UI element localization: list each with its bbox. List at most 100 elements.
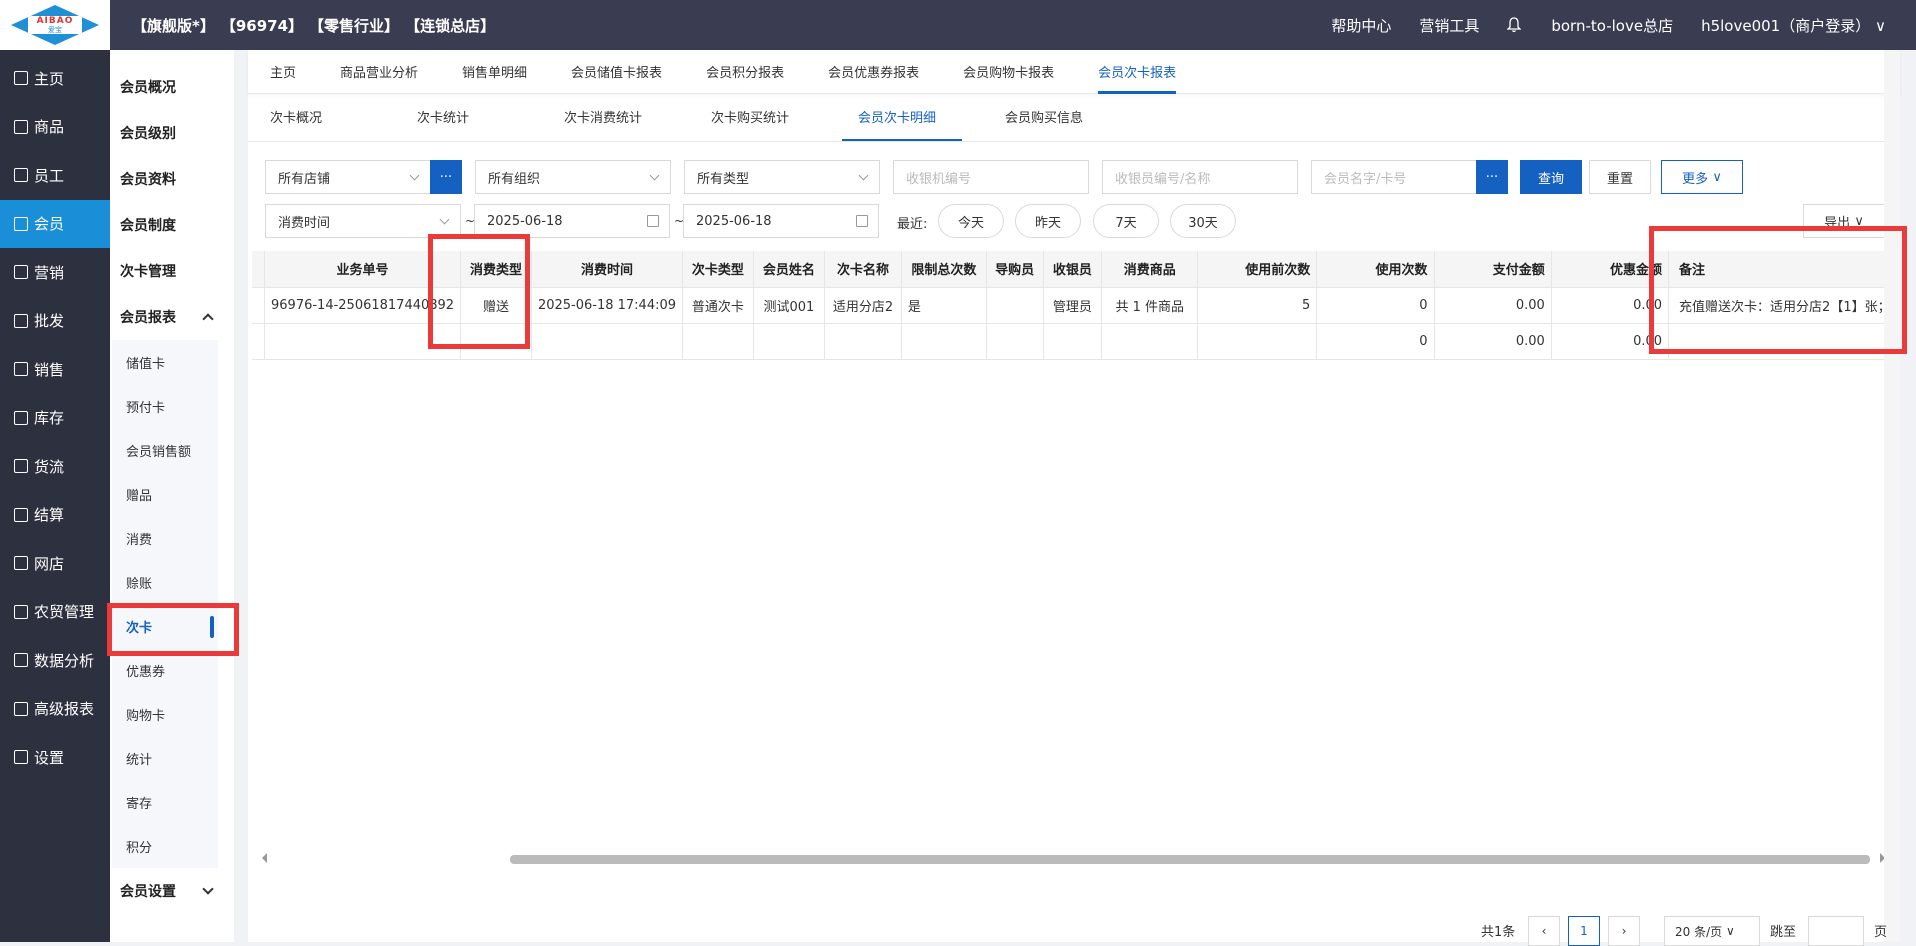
th-paid-amount[interactable]: 支付金额 [1434,251,1552,288]
today-button[interactable]: 今天 [938,204,1004,238]
report-deposit[interactable]: 寄存 [112,780,218,824]
user-menu[interactable]: h5love001（商户登录） ∨ [1701,15,1886,36]
th-cashier[interactable]: 收银员 [1043,251,1103,288]
subtab-statistics[interactable]: 次卡统计 [417,107,564,141]
nav-item-farm[interactable]: 农贸管理 [0,588,110,637]
report-points[interactable]: 积分 [112,824,218,868]
reset-button[interactable]: 重置 [1589,160,1651,194]
report-credit[interactable]: 赊账 [112,560,218,604]
total-cell [1043,323,1103,360]
cell-goods[interactable]: 共 1 件商品 [1101,287,1199,324]
report-prepaid[interactable]: 预付卡 [112,384,218,428]
tab-goods-analysis[interactable]: 商品营业分析 [318,50,440,94]
sub-item-rules[interactable]: 会员制度 [110,202,234,248]
tab-home[interactable]: 主页 [270,50,318,94]
last-7-days-button[interactable]: 7天 [1093,204,1159,238]
time-type-select[interactable]: 消费时间 [265,204,461,238]
nav-item-sales[interactable]: 销售 [0,345,110,394]
calendar-icon [856,215,868,227]
nav-item-settle[interactable]: 结算 [0,491,110,540]
cell-member-name: 测试001 [753,287,826,324]
nav-item-marketing[interactable]: 营销 [0,248,110,297]
store-more-button[interactable]: ··· [430,160,462,194]
sub-item-overview[interactable]: 会员概况 [110,64,234,110]
th-times-before[interactable]: 使用前次数 [1197,251,1318,288]
member-more-button[interactable]: ··· [1476,160,1508,194]
nav-item-wholesale[interactable]: 批发 [0,297,110,346]
report-member-sales[interactable]: 会员销售额 [112,428,218,472]
nav-item-member[interactable]: 会员 [0,199,110,248]
th-goods[interactable]: 消费商品 [1101,251,1199,288]
th-card-type[interactable]: 次卡类型 [682,251,754,288]
nav-label: 高级报表 [34,700,95,719]
tab-sales-details[interactable]: 销售单明细 [440,50,549,94]
industry-tag: 【零售行业】 [309,16,400,35]
store-select[interactable]: 所有店铺 [265,160,431,194]
date-from-input[interactable]: 2025-06-18 [474,204,670,238]
nav-item-data[interactable]: 数据分析 [0,636,110,685]
nav-item-settings[interactable]: 设置 [0,733,110,782]
nav-item-goods[interactable]: 商品 [0,103,110,152]
tab-points-report[interactable]: 会员积分报表 [684,50,806,94]
cell-limit-total: 是 [901,287,987,324]
report-consumption[interactable]: 消费 [112,516,218,560]
cashier-machine-input[interactable]: 收银机编号 [893,160,1089,194]
report-stored-value[interactable]: 储值卡 [112,340,218,384]
tab-stored-value-report[interactable]: 会员储值卡报表 [549,50,684,94]
sub-item-member-settings[interactable]: 会员设置 [110,868,234,914]
total-cell [682,323,754,360]
tab-coupon-report[interactable]: 会员优惠券报表 [806,50,941,94]
nav-label: 货流 [34,457,65,476]
bell-icon[interactable] [1506,17,1523,33]
marketing-tools-link[interactable]: 营销工具 [1419,15,1479,36]
th-gutter [252,251,265,288]
subtab-consumption-stats[interactable]: 次卡消费统计 [564,107,711,141]
subtab-purchase-stats[interactable]: 次卡购买统计 [711,107,858,141]
subtab-card-details[interactable]: 会员次卡明细 [842,107,1005,141]
th-member-name[interactable]: 会员姓名 [753,251,826,288]
th-times-used[interactable]: 使用次数 [1316,251,1435,288]
yesterday-button[interactable]: 昨天 [1015,204,1081,238]
report-gifts[interactable]: 赠品 [112,472,218,516]
last-30-days-button[interactable]: 30天 [1170,204,1236,238]
report-statistics[interactable]: 统计 [112,736,218,780]
horizontal-scrollbar[interactable] [510,855,1870,864]
logo[interactable]: AIBAO 爱宝 [0,0,110,50]
tab-shopping-card-report[interactable]: 会员购物卡报表 [941,50,1076,94]
store-name[interactable]: born-to-love总店 [1551,15,1673,36]
query-button[interactable]: 查询 [1520,160,1582,194]
sub-item-levels[interactable]: 会员级别 [110,110,234,156]
goods-link[interactable]: 共 1 件商品 [1115,300,1184,315]
org-select[interactable]: 所有组织 [475,160,671,194]
nav-item-flow[interactable]: 货流 [0,442,110,491]
th-card-name[interactable]: 次卡名称 [824,251,902,288]
report-icon [14,701,28,716]
nav-label: 营销 [34,263,65,282]
nav-item-home[interactable]: 主页 [0,54,110,103]
vertical-scrollbar[interactable] [1884,50,1900,942]
type-select[interactable]: 所有类型 [684,160,880,194]
sub-item-reports[interactable]: 会员报表 [110,294,234,340]
subtab-purchase-info[interactable]: 会员购买信息 [1005,107,1152,141]
date-to-input[interactable]: 2025-06-18 [683,204,879,238]
report-shopping-card[interactable]: 购物卡 [112,692,218,736]
help-center-link[interactable]: 帮助中心 [1331,15,1391,36]
nav-item-staff[interactable]: 员工 [0,151,110,200]
cashier-input[interactable]: 收银员编号/名称 [1102,160,1298,194]
stock-icon [14,410,28,425]
more-filters-button[interactable]: 更多 ∨ [1661,160,1743,194]
th-consume-time[interactable]: 消费时间 [531,251,684,288]
scroll-left-arrow[interactable] [262,853,267,863]
settle-icon [14,507,28,522]
main-content: 主页 商品营业分析 销售单明细 会员储值卡报表 会员积分报表 会员优惠券报表 会… [248,50,1900,946]
th-limit-total[interactable]: 限制总次数 [901,251,987,288]
subtab-overview[interactable]: 次卡概况 [270,107,417,141]
member-input[interactable]: 会员名字/卡号 [1311,160,1477,194]
nav-item-reports[interactable]: 高级报表 [0,685,110,734]
th-guide[interactable]: 导购员 [986,251,1044,288]
tab-times-card-report[interactable]: 会员次卡报表 [1076,50,1198,94]
nav-item-shop[interactable]: 网店 [0,539,110,588]
nav-item-stock[interactable]: 库存 [0,394,110,443]
sub-item-card-management[interactable]: 次卡管理 [110,248,234,294]
sub-item-profiles[interactable]: 会员资料 [110,156,234,202]
